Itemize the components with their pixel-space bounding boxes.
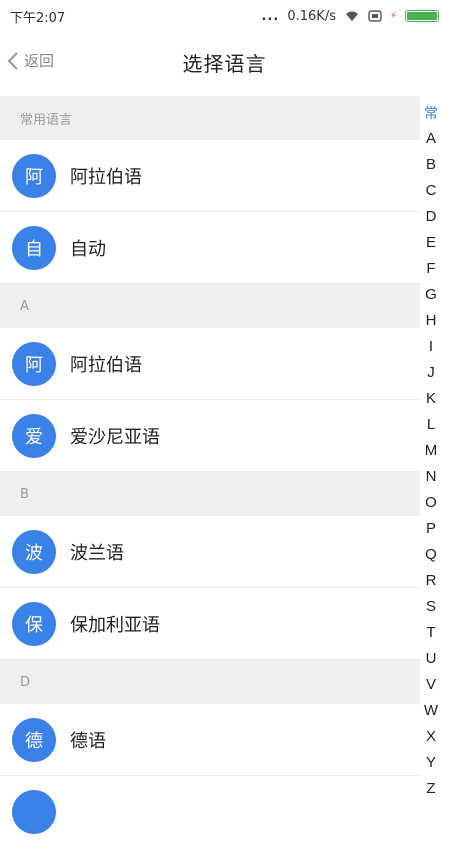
language-badge: 保	[12, 601, 56, 646]
language-label: 保加利亚语	[70, 614, 160, 636]
index-letter[interactable]: X	[426, 724, 436, 750]
language-item[interactable]: 波 波兰语	[0, 516, 420, 588]
alphabet-index-bar[interactable]: 常ABCDEFGHIJKLMNOPQRSTUVWXYZ	[419, 100, 443, 802]
language-label: 德语	[70, 730, 106, 752]
section-header: A	[0, 284, 420, 328]
index-letter[interactable]: N	[426, 464, 437, 490]
nav-bar: 返回 选择语言	[0, 32, 449, 92]
index-letter[interactable]: D	[426, 204, 437, 230]
language-badge: 爱	[12, 413, 56, 458]
language-item[interactable]: 德 德语	[0, 704, 420, 776]
language-badge: 阿	[12, 153, 56, 198]
language-list: 常用语言 阿 阿拉伯语 自 自动 A 阿 阿拉伯语 爱 爱沙尼亚语 B 波 波兰…	[0, 96, 420, 848]
index-letter[interactable]: T	[426, 620, 435, 646]
index-letter[interactable]: C	[426, 178, 437, 204]
index-letter[interactable]: W	[424, 698, 438, 724]
index-letter[interactable]: R	[426, 568, 437, 594]
chevron-left-icon	[7, 51, 18, 70]
index-letter[interactable]: F	[426, 256, 435, 282]
language-badge: 自	[12, 225, 56, 270]
index-letter[interactable]: H	[426, 308, 437, 334]
index-letter[interactable]: L	[427, 412, 435, 438]
index-letter[interactable]: U	[426, 646, 437, 672]
charging-icon: ⚡	[389, 10, 397, 22]
index-letter[interactable]: B	[426, 152, 436, 178]
language-badge: 阿	[12, 341, 56, 386]
status-icons: ... 0.16K/s ⚡	[262, 9, 439, 24]
status-time: 下午2:07	[10, 10, 66, 26]
language-badge: 德	[12, 717, 56, 762]
network-speed: 0.16K/s	[287, 8, 336, 24]
sim-icon	[368, 10, 382, 22]
language-badge: 波	[12, 529, 56, 574]
index-letter[interactable]: Q	[425, 542, 437, 568]
wifi-icon	[345, 11, 358, 21]
index-letter[interactable]: P	[426, 516, 436, 542]
index-letter[interactable]: K	[426, 386, 436, 412]
index-letter[interactable]: M	[425, 438, 438, 464]
battery-fill	[407, 12, 437, 20]
index-letter[interactable]: G	[425, 282, 437, 308]
section-header: B	[0, 472, 420, 516]
language-item[interactable]	[0, 776, 420, 848]
section-header: 常用语言	[0, 96, 420, 140]
index-letter[interactable]: V	[426, 672, 436, 698]
index-letter[interactable]: O	[425, 490, 437, 516]
language-label: 阿拉伯语	[70, 166, 142, 188]
language-badge	[12, 790, 56, 834]
language-label: 阿拉伯语	[70, 354, 142, 376]
battery-icon	[405, 10, 439, 22]
page-title: 选择语言	[182, 51, 267, 76]
signal-dots: ...	[261, 8, 280, 24]
language-item[interactable]: 自 自动	[0, 212, 420, 284]
language-label: 自动	[70, 238, 106, 260]
language-item[interactable]: 爱 爱沙尼亚语	[0, 400, 420, 472]
index-letter[interactable]: I	[429, 334, 433, 360]
index-letter[interactable]: J	[427, 360, 435, 386]
index-letter[interactable]: 常	[424, 100, 438, 126]
language-item[interactable]: 保 保加利亚语	[0, 588, 420, 660]
language-item[interactable]: 阿 阿拉伯语	[0, 328, 420, 400]
index-letter[interactable]: A	[426, 126, 436, 152]
status-bar: 下午2:07 ... 0.16K/s ⚡	[0, 0, 449, 32]
index-letter[interactable]: Y	[426, 750, 436, 776]
index-letter[interactable]: E	[426, 230, 436, 256]
language-label: 爱沙尼亚语	[70, 426, 160, 448]
language-item[interactable]: 阿 阿拉伯语	[0, 140, 420, 212]
section-header: D	[0, 660, 420, 704]
index-letter[interactable]: S	[426, 594, 436, 620]
back-label: 返回	[24, 52, 55, 70]
language-label: 波兰语	[70, 542, 124, 564]
back-button[interactable]: 返回	[6, 50, 54, 71]
index-letter[interactable]: Z	[426, 776, 435, 802]
